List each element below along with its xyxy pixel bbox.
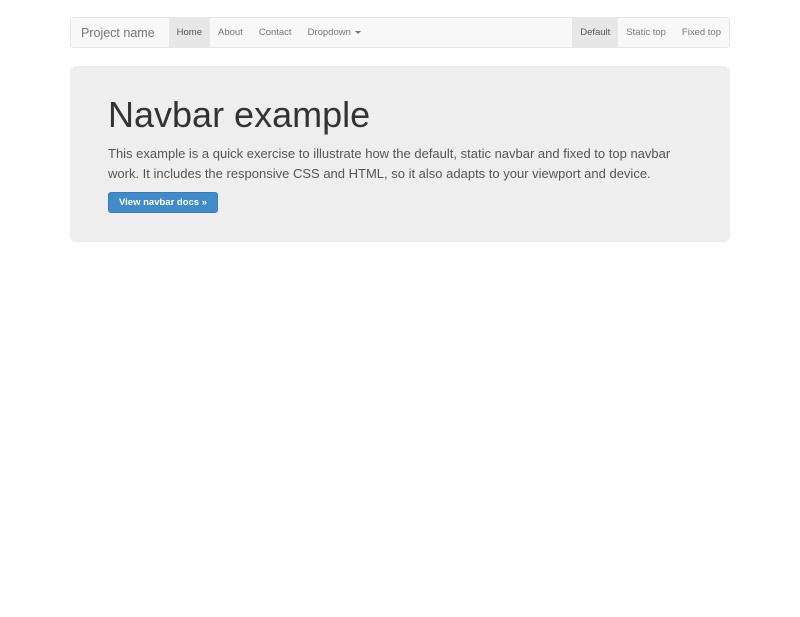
- nav-item-static-top[interactable]: Static top: [618, 18, 674, 47]
- navbar-right-nav: Default Static top Fixed top: [572, 18, 729, 47]
- nav-item-dropdown[interactable]: Dropdown: [300, 18, 369, 47]
- nav-item-about[interactable]: About: [210, 18, 251, 47]
- page-description: This example is a quick exercise to illu…: [108, 144, 690, 184]
- navbar-brand[interactable]: Project name: [71, 18, 165, 47]
- jumbotron: Navbar example This example is a quick e…: [70, 66, 730, 242]
- view-navbar-docs-button[interactable]: View navbar docs »: [108, 192, 218, 213]
- nav-item-dropdown-label: Dropdown: [308, 27, 351, 38]
- top-navbar: Project name Home About Contact Dropdown…: [70, 17, 730, 48]
- page-container: Project name Home About Contact Dropdown…: [70, 17, 730, 242]
- nav-item-fixed-top[interactable]: Fixed top: [674, 18, 729, 47]
- page-title: Navbar example: [108, 96, 692, 134]
- caret-down-icon: [355, 31, 361, 34]
- navbar-left-nav: Home About Contact Dropdown: [169, 18, 369, 47]
- nav-item-home[interactable]: Home: [169, 18, 210, 47]
- nav-item-contact[interactable]: Contact: [251, 18, 300, 47]
- nav-item-default[interactable]: Default: [572, 18, 618, 47]
